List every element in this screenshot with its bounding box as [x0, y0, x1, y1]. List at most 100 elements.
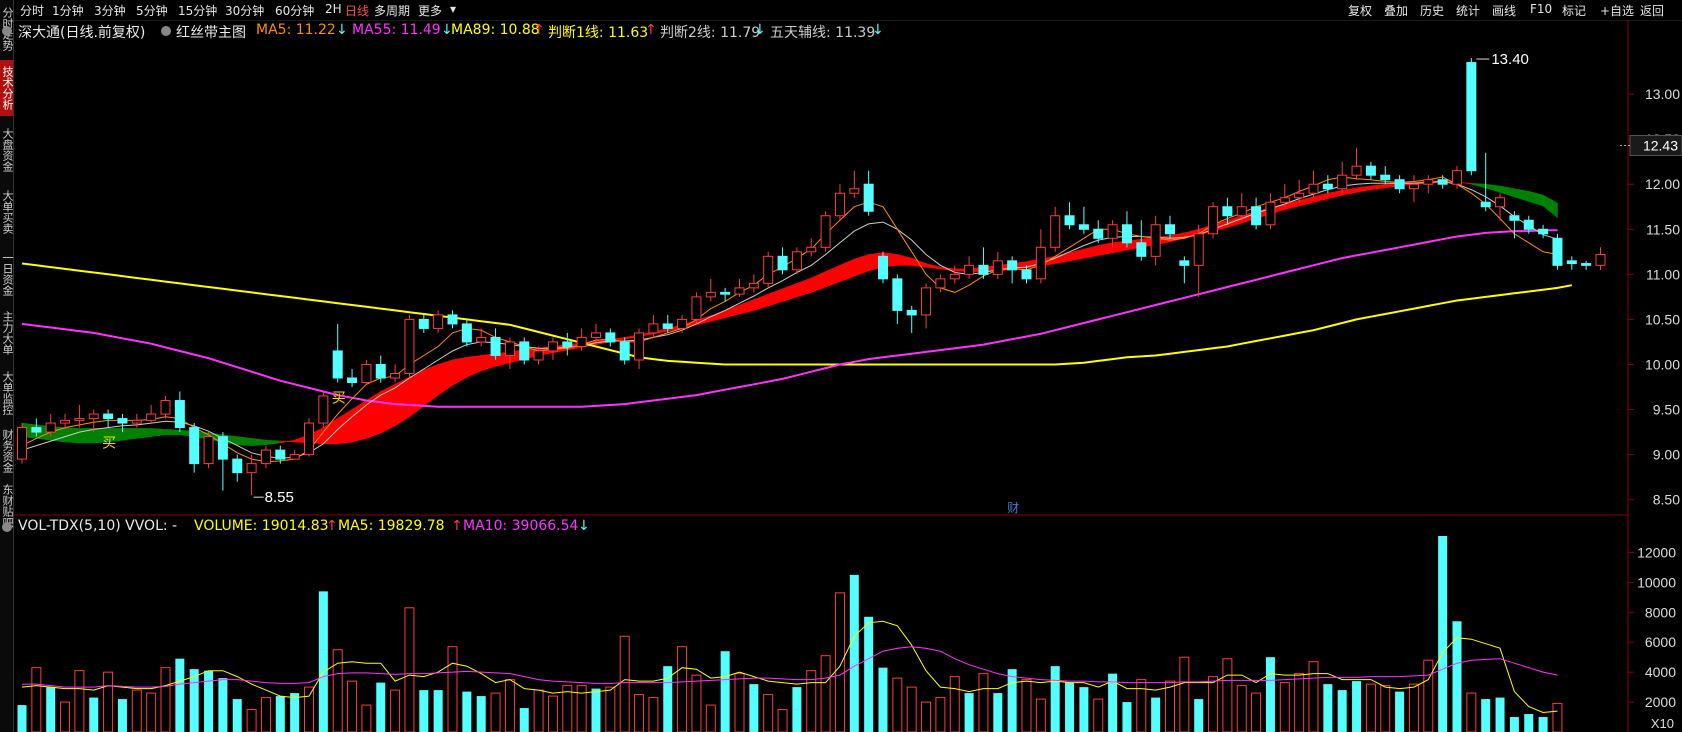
volume-bar-up	[1380, 685, 1391, 732]
candle-body-down	[117, 418, 128, 424]
price-tick-label: 10.50	[1645, 311, 1680, 327]
volume-bar-up	[60, 701, 71, 732]
candle-body-down	[863, 183, 874, 212]
candle-body-down	[720, 291, 731, 295]
sidebar-item-5[interactable]: 主力大单	[0, 306, 14, 360]
ribbon-segment	[122, 428, 138, 441]
more-dropdown-icon[interactable]: ▾	[450, 2, 456, 16]
candle-body-down	[562, 341, 573, 347]
volume-bar-up	[605, 686, 616, 732]
price-tick-label: 9.00	[1653, 447, 1680, 463]
ribbon-segment	[366, 390, 382, 439]
volume-bar-up	[447, 646, 458, 732]
toolbar-right-2[interactable]: 历史	[1420, 2, 1444, 19]
toolbar-right-0[interactable]: 复权	[1348, 2, 1372, 19]
ribbon-segment	[150, 428, 166, 437]
candle-body-up	[547, 341, 558, 352]
toolbar-right-1[interactable]: 叠加	[1384, 2, 1408, 19]
sidebar-item-1[interactable]: 技术分析	[0, 60, 14, 116]
candle-body-up	[921, 287, 932, 316]
ma5-line	[21, 176, 1558, 463]
volume-tick-label: 6000	[1645, 634, 1676, 650]
period-toolbar: 分时 1分钟 3分钟 5分钟 15分钟 30分钟 60分钟 2H 日线 多周期 更多 ▾ 复权 叠加 历史统…	[0, 0, 1682, 20]
candle-body-up	[791, 251, 802, 271]
ma55-value: MA55: 11.49	[352, 22, 441, 38]
volume-tick-label: 8000	[1645, 604, 1676, 620]
period-tab-3[interactable]: 5分钟	[136, 2, 168, 19]
candle-body-down	[1322, 183, 1333, 190]
candle-body-up	[1337, 174, 1348, 190]
volume-dot-icon[interactable]	[2, 522, 12, 532]
volume-bar-up	[31, 667, 42, 732]
period-tab-5[interactable]: 30分钟	[225, 2, 264, 19]
candle-body-down	[375, 363, 386, 379]
judge1-value: 判断1线: 11.63	[548, 25, 649, 41]
period-tab-2[interactable]: 3分钟	[94, 2, 126, 19]
candle-body-up	[1308, 183, 1319, 194]
toolbar-right-6[interactable]: 标记	[1562, 2, 1586, 19]
indicator-dot-icon[interactable]	[161, 26, 171, 36]
volume-bar-down	[290, 693, 300, 732]
volume-bar-up	[1365, 683, 1376, 732]
sidebar-item-2[interactable]: 大盘资金	[0, 122, 14, 178]
ribbon-segment	[394, 376, 410, 427]
volume-bar-down	[878, 667, 888, 732]
candle-body-up	[763, 255, 774, 284]
candle-body-up	[504, 341, 515, 356]
volume-bar-up	[978, 673, 989, 732]
period-tab-4[interactable]: 15分钟	[178, 2, 217, 19]
volume-bar-down	[218, 678, 228, 732]
candle-body-up	[1150, 224, 1161, 257]
kline-chart[interactable]: 13.0012.5012.0011.5011.0010.5010.009.509…	[0, 0, 1682, 732]
volume-bar-up	[1165, 680, 1175, 732]
candle-body-down	[1380, 174, 1391, 181]
candle-body-down	[418, 318, 429, 329]
volume-indicator-name[interactable]: VOL-TDX(5,10) VVOL: -	[18, 518, 177, 534]
candle-body-up	[964, 264, 975, 275]
candle-body-up	[1294, 192, 1305, 199]
volume-bar-down	[591, 688, 601, 732]
candle-body-up	[17, 427, 27, 460]
indicator-name[interactable]: 红丝带主图	[176, 22, 246, 42]
volume-bar-up	[648, 697, 659, 732]
volume-bar-down	[1337, 690, 1347, 732]
ribbon-segment	[1313, 192, 1329, 203]
candle-body-down	[1007, 260, 1018, 271]
toolbar-right-4[interactable]: 画线	[1492, 2, 1516, 19]
period-tab-0[interactable]: 分时	[20, 2, 44, 19]
sidebar-item-3[interactable]: 大单买卖	[0, 184, 14, 240]
volume-bar-up	[1021, 679, 1032, 732]
toolbar-right-5[interactable]: F10	[1530, 2, 1552, 16]
candle-body-up	[677, 318, 688, 329]
period-tab-7[interactable]: 2H	[325, 2, 342, 16]
toolbar-right-8[interactable]: 返回	[1640, 2, 1664, 19]
settings-dot-icon[interactable]	[2, 26, 12, 36]
buy-signal-label: 买	[102, 436, 116, 452]
volume-bar-down	[993, 693, 1003, 732]
max-price-label: 13.40	[1491, 51, 1529, 68]
volume-bar-up	[74, 670, 85, 732]
candle-body-down	[619, 341, 630, 361]
volume-bar-up	[691, 674, 702, 732]
period-tab-8[interactable]: 日线	[345, 2, 369, 19]
sidebar-item-4[interactable]: 一日资金	[0, 248, 14, 300]
period-tab-6[interactable]: 60分钟	[275, 2, 314, 19]
toolbar-right-7[interactable]: +自选	[1600, 2, 1634, 19]
period-tab-1[interactable]: 1分钟	[52, 2, 84, 19]
volume-bar-up	[763, 694, 774, 732]
candle-body-up	[748, 282, 759, 289]
volume-bar-up	[1136, 679, 1147, 732]
stock-title[interactable]: 深大通(日线.前复权)	[18, 22, 145, 42]
period-tab-9[interactable]: 多周期	[374, 2, 410, 19]
period-tab-10[interactable]: 更多	[418, 2, 442, 19]
ribbon-segment	[925, 263, 941, 270]
candle-body-up	[1423, 179, 1434, 185]
sidebar-item-6[interactable]: 大单监控	[0, 366, 14, 420]
ribbon-segment	[1097, 242, 1113, 256]
volume-bar-up	[1423, 659, 1434, 732]
volume-bar-up	[1236, 685, 1247, 732]
sidebar-item-7[interactable]: 财务资金	[0, 426, 14, 476]
finance-event-label: 财	[1007, 501, 1019, 515]
toolbar-right-3[interactable]: 统计	[1456, 2, 1480, 19]
volume-bar-down	[864, 616, 874, 732]
